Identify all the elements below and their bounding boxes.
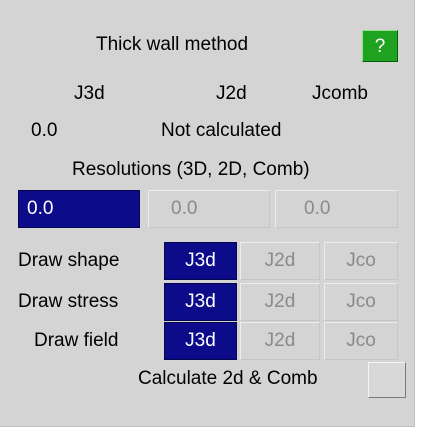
- resolution-comb-field[interactable]: 0.0: [275, 190, 398, 228]
- column-header-jcomb: Jcomb: [312, 83, 368, 104]
- draw-stress-jco-option[interactable]: Jco: [324, 283, 398, 321]
- draw-field-j2d-option[interactable]: J2d: [240, 322, 320, 360]
- draw-shape-jco-option[interactable]: Jco: [324, 242, 398, 280]
- resolution-2d-field[interactable]: 0.0: [148, 190, 270, 228]
- draw-field-label: Draw field: [34, 330, 119, 351]
- j2d-value: Not calculated: [161, 120, 282, 141]
- draw-stress-j2d-option[interactable]: J2d: [240, 283, 320, 321]
- column-header-j3d: J3d: [74, 83, 105, 104]
- draw-shape-j2d-option[interactable]: J2d: [240, 242, 320, 280]
- draw-shape-label: Draw shape: [18, 250, 120, 271]
- resolution-3d-field[interactable]: 0.0: [18, 190, 140, 228]
- column-header-j2d: J2d: [216, 83, 247, 104]
- draw-field-jco-option[interactable]: Jco: [324, 322, 398, 360]
- draw-stress-j3d-option[interactable]: J3d: [164, 283, 237, 321]
- j3d-value: 0.0: [31, 120, 58, 141]
- help-button[interactable]: ?: [362, 30, 398, 62]
- draw-stress-label: Draw stress: [18, 291, 119, 312]
- panel-title: Thick wall method: [96, 34, 249, 55]
- resolutions-label: Resolutions (3D, 2D, Comb): [72, 159, 310, 180]
- draw-shape-j3d-option[interactable]: J3d: [164, 242, 237, 280]
- calculate-2d-comb-button[interactable]: [368, 362, 406, 398]
- draw-field-j3d-option[interactable]: J3d: [164, 322, 237, 360]
- thick-wall-panel: Thick wall method ? J3d J2d Jcomb 0.0 No…: [0, 0, 415, 427]
- calculate-label: Calculate 2d & Comb: [138, 368, 318, 389]
